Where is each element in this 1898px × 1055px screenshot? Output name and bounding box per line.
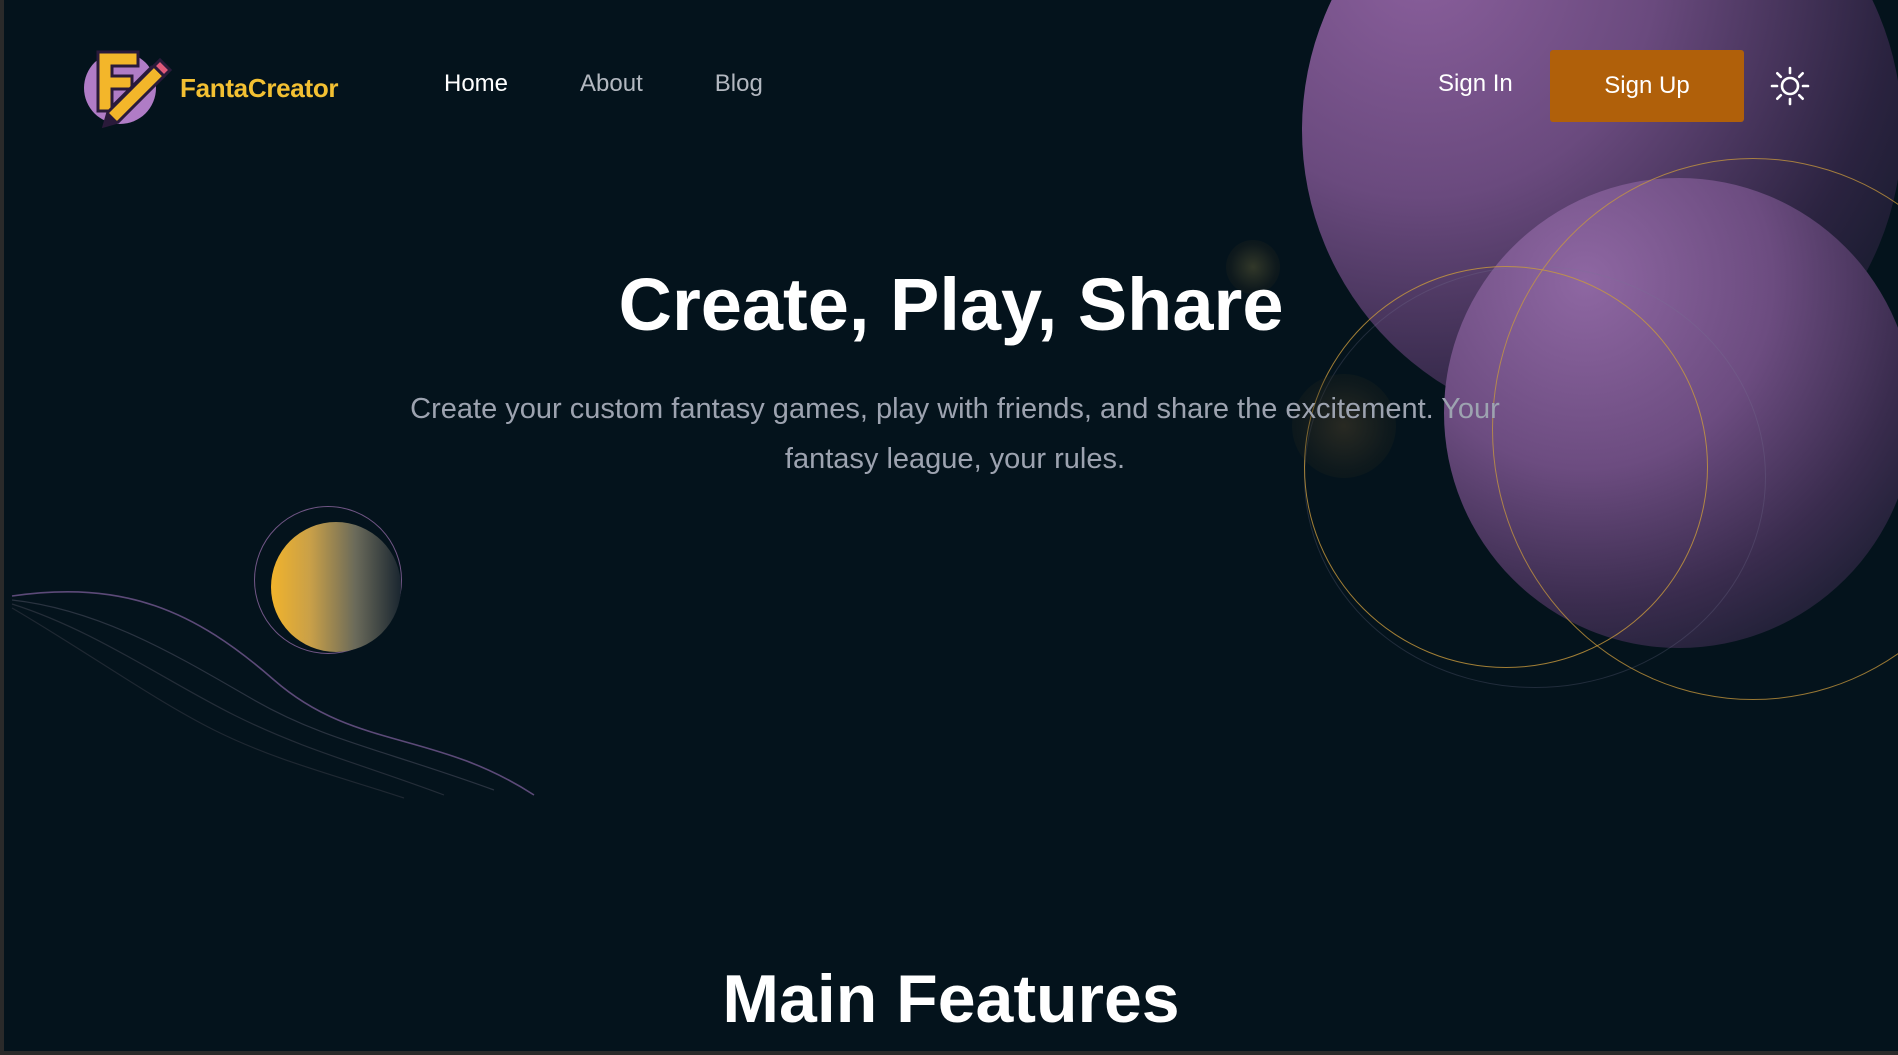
sign-up-button[interactable]: Sign Up xyxy=(1550,50,1744,122)
nav-link-about[interactable]: About xyxy=(580,70,643,98)
nav-link-home[interactable]: Home xyxy=(444,70,508,98)
main-features-heading: Main Features xyxy=(722,961,1180,1037)
hero-subtitle: Create your custom fantasy games, play w… xyxy=(410,393,1500,475)
moon-orbit-ring xyxy=(254,506,402,654)
top-navbar: FantaCreator Home About Blog Sign In Sig… xyxy=(4,0,1898,170)
brand-logo[interactable]: FantaCreator xyxy=(82,46,339,130)
moon-decoration xyxy=(271,522,401,652)
sun-icon[interactable] xyxy=(1770,66,1810,106)
brand-name: FantaCreator xyxy=(180,72,339,103)
wave-lines-decoration xyxy=(11,591,535,799)
landing-page: FantaCreator Home About Blog Sign In Sig… xyxy=(4,0,1898,1051)
orbit-ring-gold xyxy=(1492,158,1898,700)
hero-title: Create, Play, Share xyxy=(618,263,1284,346)
nav-links: Home About Blog xyxy=(444,70,835,98)
nav-link-blog[interactable]: Blog xyxy=(715,70,763,98)
f-pencil-logo-icon xyxy=(84,50,173,129)
sign-in-link[interactable]: Sign In xyxy=(1438,70,1513,98)
